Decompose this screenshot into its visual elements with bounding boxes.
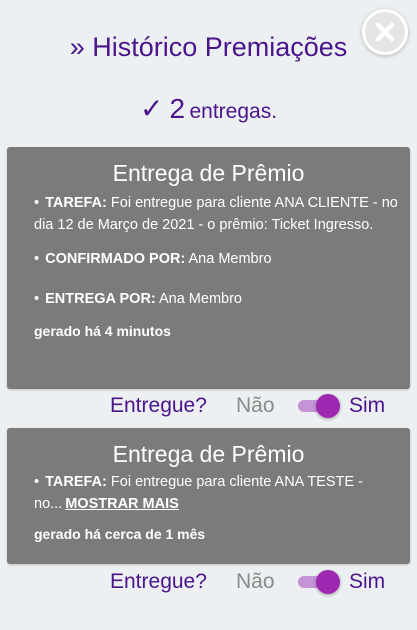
check-icon: ✓ (139, 93, 164, 124)
toggle-off-label: Não (236, 394, 275, 417)
card-title: Entrega de Prêmio (112, 160, 305, 186)
switch-knob (316, 394, 340, 418)
task-label: TAREFA: (45, 474, 107, 490)
toggle-on-label: Sim (349, 394, 386, 417)
show-more-link[interactable]: MOSTRAR MAIS (65, 496, 179, 512)
bullet: • (34, 251, 40, 267)
delivered-label: Entregue? (110, 394, 207, 417)
history-modal: » Histórico Premiações ✓ 2 entregas. Entr… (0, 0, 417, 630)
confirmed-by: • CONFIRMADO POR: Ana Membro (34, 248, 398, 270)
task-detail: • TAREFA: Foi entregue para cliente ANA … (34, 471, 398, 515)
delivered-toggle-row: Entregue? Não Sim (0, 391, 417, 421)
generated-time: gerado há 4 minutos (34, 323, 171, 339)
generated-time: gerado há cerca de 1 mês (34, 526, 206, 542)
delivery-count: ✓ 2 entregas. (0, 92, 417, 125)
award-card: Entrega de Prêmio • TAREFA: Foi entregue… (7, 428, 410, 564)
delivered-by-value: Ana Membro (155, 291, 242, 307)
delivered-toggle-row: Entregue? Não Sim (0, 567, 417, 597)
bullet: • (34, 474, 40, 490)
delivered-by-label: ENTREGA POR: (45, 291, 156, 307)
task-detail: • TAREFA: Foi entregue para cliente ANA … (34, 192, 398, 236)
award-card: Entrega de Prêmio • TAREFA: Foi entregue… (7, 147, 410, 389)
toggle-on-label: Sim (349, 570, 386, 593)
card-title: Entrega de Prêmio (112, 441, 305, 467)
switch-knob (316, 570, 340, 594)
delivered-switch[interactable] (296, 394, 340, 418)
toggle-off-label: Não (236, 570, 275, 593)
task-label: TAREFA: (45, 195, 107, 211)
bullet: • (34, 195, 40, 211)
page-title: » Histórico Premiações (69, 32, 348, 62)
delivered-label: Entregue? (110, 570, 207, 593)
bullet: • (34, 291, 40, 307)
confirmed-by-label: CONFIRMADO POR: (45, 251, 186, 267)
confirmed-by-value: Ana Membro (185, 251, 272, 267)
delivery-count-label: entregas. (189, 100, 278, 123)
delivered-switch[interactable] (296, 570, 340, 594)
delivery-count-number: 2 (169, 93, 186, 124)
delivered-by: • ENTREGA POR: Ana Membro (34, 288, 398, 310)
